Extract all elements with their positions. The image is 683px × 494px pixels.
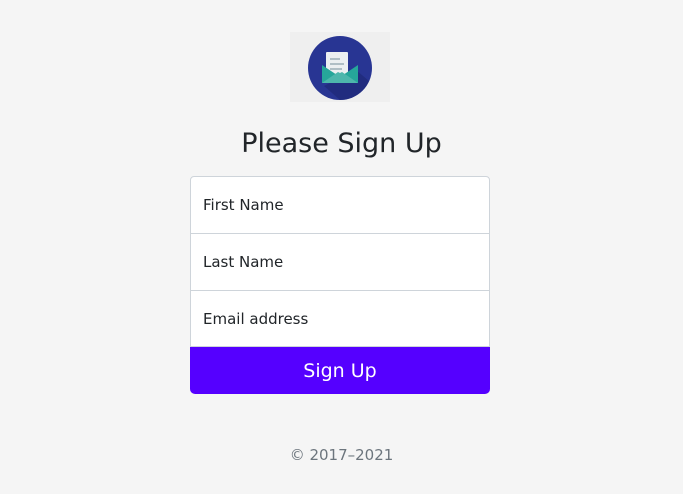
email-field[interactable] — [190, 290, 490, 347]
copyright-text: © 2017–2021 — [289, 446, 394, 464]
last-name-field[interactable] — [190, 233, 490, 291]
first-name-field[interactable] — [190, 176, 490, 234]
page-title: Please Sign Up — [241, 128, 442, 159]
signup-form: Sign Up — [190, 176, 490, 394]
envelope-open-icon — [308, 36, 372, 100]
logo — [290, 32, 390, 102]
signup-page: Please Sign Up Sign Up © 2017–2021 — [0, 0, 683, 494]
sign-up-button[interactable]: Sign Up — [190, 347, 490, 394]
